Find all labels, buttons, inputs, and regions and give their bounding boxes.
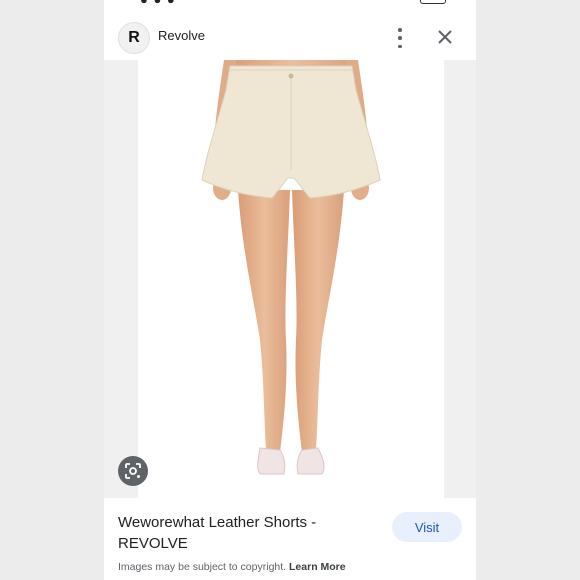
product-image[interactable] [138, 60, 444, 498]
product-photo-shorts [201, 60, 381, 475]
google-lens-icon[interactable] [118, 456, 148, 486]
copyright-text: Images may be subject to copyright. [118, 561, 287, 573]
result-title[interactable]: Weworewhat Leather Shorts - REVOLVE [118, 512, 358, 554]
close-icon[interactable] [436, 28, 454, 46]
site-name[interactable]: Revolve [158, 28, 205, 43]
image-preview-area [104, 60, 476, 498]
left-leg [238, 190, 290, 452]
left-background [0, 0, 104, 580]
site-logo[interactable]: R [118, 22, 150, 54]
battery-icon [420, 0, 446, 4]
more-vert-icon[interactable] [394, 28, 406, 48]
status-indicators: ● ● ● [140, 0, 176, 7]
shorts-button [288, 73, 294, 79]
visit-button[interactable]: Visit [392, 512, 462, 542]
status-bar: ● ● ● [104, 0, 476, 7]
right-background [476, 0, 580, 580]
learn-more-link[interactable]: Learn More [289, 561, 346, 573]
image-viewer-panel: ● ● ● R Revolve [104, 0, 476, 580]
copyright-notice: Images may be subject to copyright. Lear… [118, 561, 346, 573]
right-heel [296, 447, 325, 475]
left-heel [257, 447, 286, 475]
source-header: R Revolve [104, 18, 476, 58]
right-leg [292, 190, 344, 452]
